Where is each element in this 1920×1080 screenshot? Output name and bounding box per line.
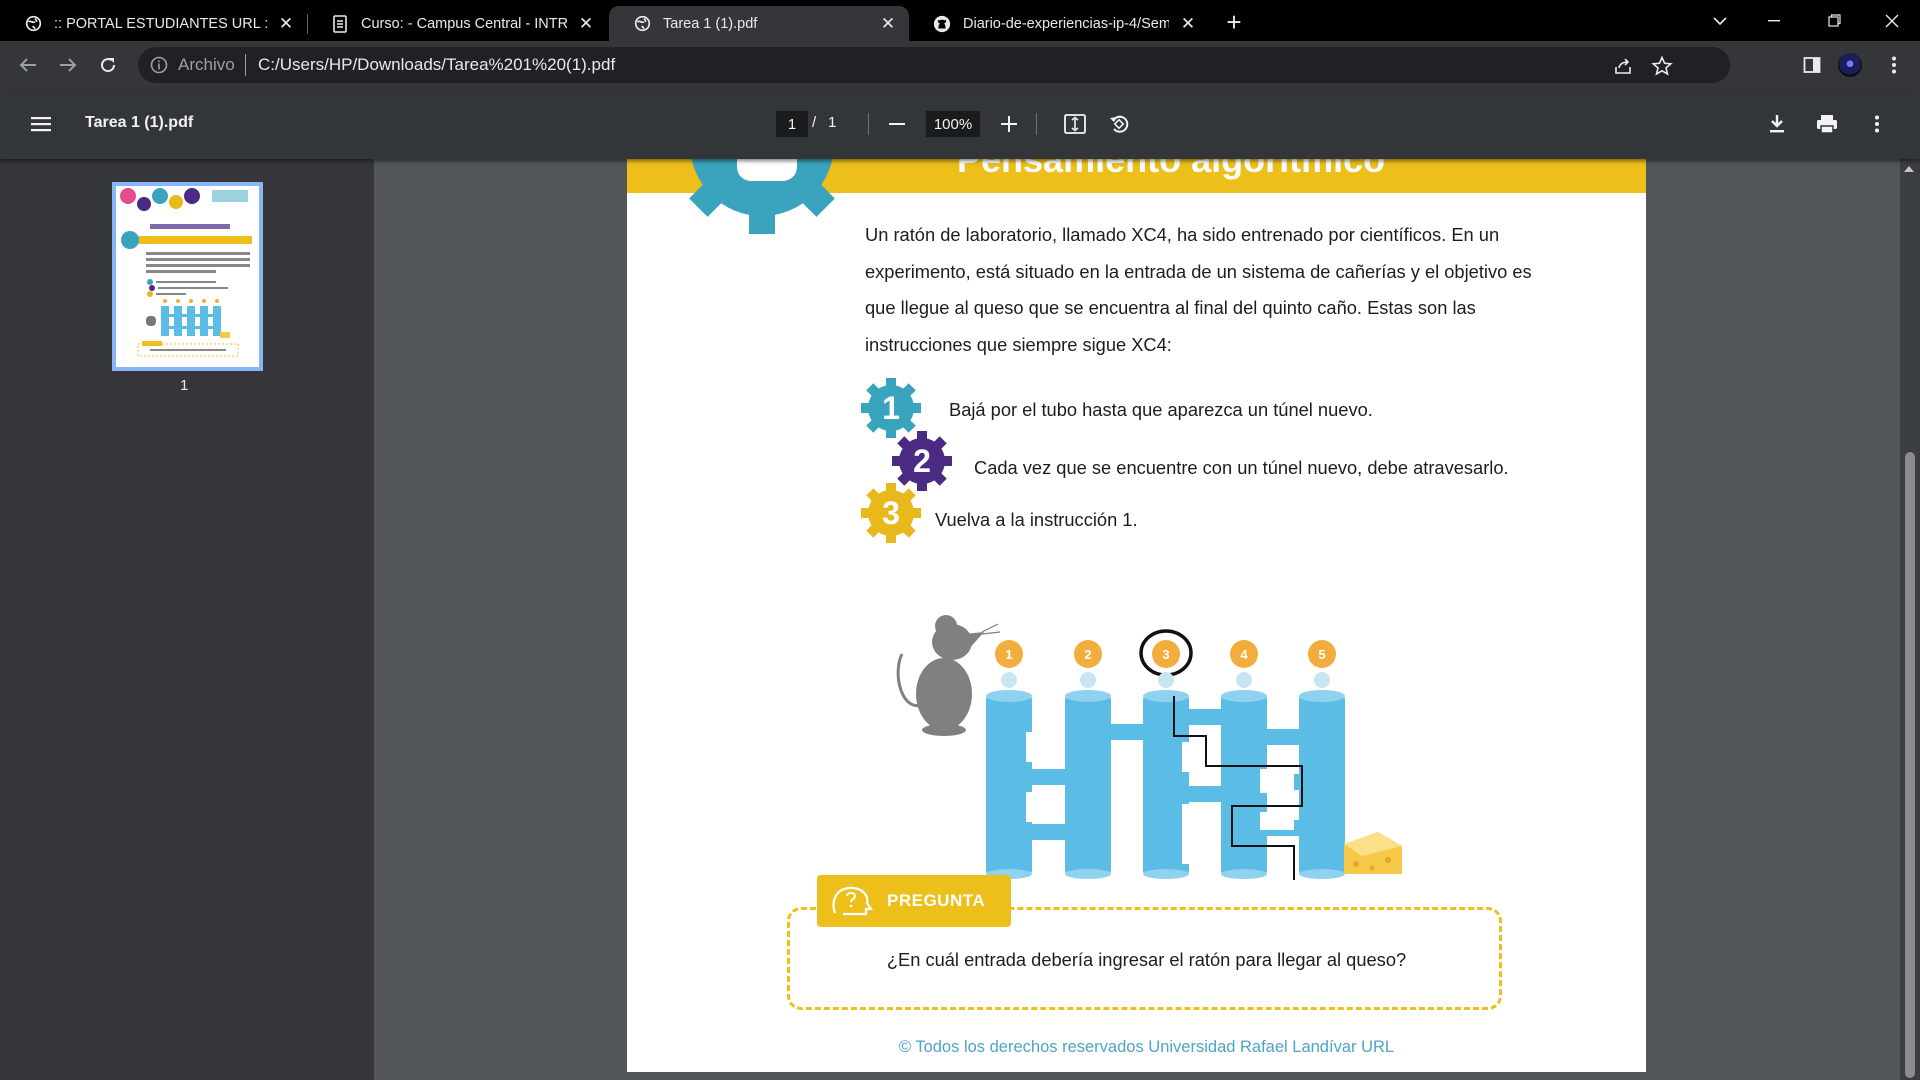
mouse-icon	[896, 615, 1001, 736]
more-options-icon[interactable]	[1864, 111, 1890, 137]
new-tab-button[interactable]: +	[1220, 7, 1248, 37]
share-icon[interactable]	[1612, 55, 1634, 77]
page-separator: /	[812, 114, 817, 131]
toolbar-divider	[868, 113, 869, 135]
restore-button[interactable]	[1812, 0, 1856, 41]
document-icon	[331, 14, 349, 33]
forward-button[interactable]	[52, 49, 84, 81]
tab-search-button[interactable]	[1698, 0, 1742, 41]
back-button[interactable]	[12, 49, 44, 81]
globe-icon	[633, 15, 651, 33]
profile-avatar[interactable]	[1838, 53, 1862, 77]
url-divider	[245, 54, 246, 76]
zoom-in-button[interactable]	[996, 111, 1022, 137]
banner-title: Pensamiento algorítmico	[957, 159, 1386, 180]
menu-icon[interactable]	[28, 111, 54, 137]
browser-toolbar: Archivo C:/Users/HP/Downloads/Tarea%201%…	[0, 41, 1920, 89]
step-3-text: Vuelva a la instrucción 1.	[935, 509, 1138, 530]
url-scheme: Archivo	[178, 55, 235, 74]
question-label-text: PREGUNTA	[887, 891, 986, 910]
step-1-text: Bajá por el tubo hasta que aparezca un t…	[949, 399, 1373, 420]
question-label: PREGUNTA	[817, 875, 1011, 927]
page-number-input[interactable]: 1	[776, 111, 808, 137]
download-icon[interactable]	[1764, 111, 1790, 137]
pipe-label-1-text: 1	[1005, 647, 1012, 662]
zoom-input[interactable]: 100%	[926, 111, 980, 137]
pdf-page: Pensamiento algorítmico Un ratón de labo…	[627, 159, 1646, 1072]
pipe-puzzle-illustration: 1 2 3 4 5	[896, 615, 1402, 880]
intro-paragraph: Un ratón de laboratorio, llamado XC4, ha…	[865, 224, 1532, 355]
pipe-label-2-text: 2	[1084, 647, 1091, 662]
thumbnail-preview	[116, 186, 259, 367]
close-icon[interactable]: ✕	[575, 13, 597, 35]
pdf-toolbar: Tarea 1 (1).pdf 1 / 1 100%	[0, 89, 1920, 159]
close-window-button[interactable]	[1870, 0, 1914, 41]
close-icon[interactable]: ✕	[275, 13, 297, 35]
page-total: 1	[828, 114, 837, 131]
tab-tarea-pdf[interactable]: Tarea 1 (1).pdf ✕	[609, 6, 909, 41]
svg-text:3: 3	[882, 495, 900, 531]
page-thumbnail[interactable]	[112, 182, 263, 371]
globe-icon	[24, 15, 42, 33]
svg-text:1: 1	[882, 390, 900, 426]
info-icon[interactable]	[150, 56, 168, 74]
pipe-label-5-text: 5	[1318, 647, 1325, 662]
side-panel-icon[interactable]	[1800, 53, 1824, 77]
address-bar[interactable]: Archivo C:/Users/HP/Downloads/Tarea%201%…	[138, 47, 1730, 83]
tab-title: :: PORTAL ESTUDIANTES URL ::	[54, 15, 267, 32]
tab-title: Diario-de-experiencias-ip-4/Sem	[963, 15, 1169, 32]
bookmark-star-icon[interactable]	[1651, 55, 1673, 77]
pipe-label-4-text: 4	[1240, 647, 1248, 662]
tab-title: Curso: - Campus Central - INTRO	[361, 15, 567, 32]
cheese-icon	[1344, 832, 1402, 874]
browser-menu-icon[interactable]	[1882, 53, 1906, 77]
pdf-file-title: Tarea 1 (1).pdf	[85, 114, 194, 131]
pipe-label-3-text: 3	[1162, 647, 1169, 662]
tab-strip: :: PORTAL ESTUDIANTES URL :: ✕ Curso: - …	[0, 0, 1920, 41]
thinking-head-icon	[832, 886, 874, 916]
close-icon[interactable]: ✕	[1177, 13, 1199, 35]
rotate-icon[interactable]	[1106, 111, 1132, 137]
tab-diario-github[interactable]: Diario-de-experiencias-ip-4/Sem ✕	[909, 6, 1209, 41]
reload-button[interactable]	[92, 49, 124, 81]
zoom-out-button[interactable]	[884, 111, 910, 137]
step-2-text: Cada vez que se encuentre con un túnel n…	[974, 457, 1509, 478]
toolbar-divider	[1036, 113, 1037, 135]
url-text[interactable]: C:/Users/HP/Downloads/Tarea%201%20(1).pd…	[258, 55, 615, 75]
print-icon[interactable]	[1814, 111, 1840, 137]
svg-text:2: 2	[913, 443, 931, 479]
minimize-button[interactable]	[1752, 0, 1796, 41]
tab-curso-campus[interactable]: Curso: - Campus Central - INTRO ✕	[307, 6, 607, 41]
thumbnail-page-number: 1	[180, 377, 189, 394]
question-text: ¿En cuál entrada debería ingresar el rat…	[886, 949, 1407, 970]
scrollbar-thumb[interactable]	[1905, 452, 1915, 1078]
gear-logo	[689, 159, 835, 234]
tab-title: Tarea 1 (1).pdf	[663, 15, 758, 32]
close-icon[interactable]: ✕	[877, 13, 899, 35]
tab-portal-estudiantes[interactable]: :: PORTAL ESTUDIANTES URL :: ✕	[0, 6, 307, 41]
thumbnail-sidebar: 1	[0, 159, 374, 1080]
github-icon	[933, 15, 951, 33]
scroll-up-arrow[interactable]	[1904, 166, 1914, 172]
copyright-footer: © Todos los derechos reservados Universi…	[898, 1038, 1395, 1056]
fit-page-icon[interactable]	[1062, 111, 1088, 137]
step-3-gear-icon: 3	[861, 483, 921, 543]
